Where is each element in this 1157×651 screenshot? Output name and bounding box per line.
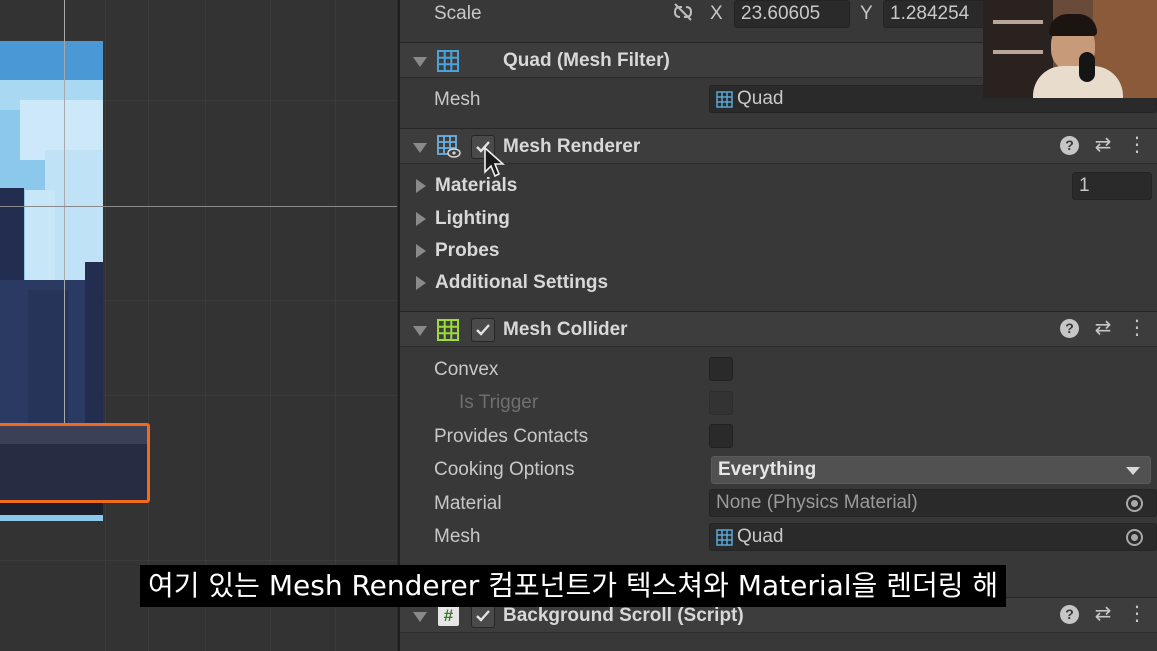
mesh-filter-icon: [437, 50, 459, 72]
is-trigger-checkbox: [709, 391, 733, 415]
mesh-collider-enabled-checkbox[interactable]: [471, 318, 495, 342]
mesh-collider-mesh-value: Quad: [737, 526, 784, 547]
material-label: Material: [434, 493, 502, 514]
cloud: [25, 190, 55, 280]
grid-line: [205, 0, 206, 651]
mesh-filter-title: Quad (Mesh Filter): [503, 50, 670, 71]
check-icon: [476, 324, 490, 336]
scale-y-label: Y: [860, 3, 873, 24]
material-field[interactable]: None (Physics Material): [709, 489, 1157, 517]
is-trigger-label: Is Trigger: [459, 392, 539, 413]
presets-icon[interactable]: ⇄: [1093, 318, 1113, 338]
cooking-options-label: Cooking Options: [434, 459, 575, 480]
scale-y-input[interactable]: 1.284254: [883, 0, 999, 28]
additional-settings-label: Additional Settings: [435, 272, 609, 293]
mouse-cursor-icon: [484, 146, 505, 178]
mesh-collider-header[interactable]: Mesh Collider ? ⇄ ⋮: [400, 311, 1157, 347]
cooking-options-value: Everything: [718, 459, 817, 480]
mesh-filter-mesh-value: Quad: [737, 88, 784, 109]
mesh-collider-icon: [437, 319, 459, 341]
grid-line: [270, 0, 271, 651]
mesh-collider-mesh-label: Mesh: [434, 526, 481, 547]
foldout-arrow-icon[interactable]: [413, 326, 427, 336]
script-icon: #: [438, 605, 459, 626]
guide-line-horizontal: [0, 206, 397, 207]
materials-count-input[interactable]: 1: [1072, 172, 1152, 200]
mesh-renderer-header[interactable]: Mesh Renderer ? ⇄ ⋮: [400, 128, 1157, 164]
help-icon[interactable]: ?: [1060, 318, 1079, 338]
dropdown-arrow-icon: [1126, 467, 1140, 475]
presets-icon[interactable]: ⇄: [1093, 604, 1113, 624]
grid-line: [148, 0, 149, 651]
object-picker-icon[interactable]: [1126, 495, 1143, 512]
ground-bottom: [0, 501, 103, 515]
scale-x-label: X: [710, 3, 723, 24]
lighting-label: Lighting: [435, 208, 510, 229]
building: [85, 262, 103, 432]
webcam-shelf-board: [993, 50, 1043, 54]
provides-contacts-checkbox[interactable]: [709, 424, 733, 448]
webcam-person-hair: [1049, 14, 1097, 36]
help-icon[interactable]: ?: [1060, 135, 1079, 155]
probes-label: Probes: [435, 240, 500, 261]
kebab-menu-icon[interactable]: ⋮: [1127, 318, 1147, 338]
selected-object-outline[interactable]: [0, 423, 150, 503]
webcam-shelf-board: [993, 20, 1043, 24]
help-icon[interactable]: ?: [1060, 604, 1079, 624]
foldout-arrow-icon[interactable]: [416, 212, 426, 226]
scale-x-input[interactable]: 23.60605: [734, 0, 850, 28]
object-picker-icon[interactable]: [1126, 529, 1143, 546]
materials-label: Materials: [435, 175, 518, 196]
foldout-arrow-icon[interactable]: [413, 143, 427, 153]
foldout-arrow-icon[interactable]: [413, 57, 427, 67]
unlink-icon[interactable]: [672, 2, 694, 22]
cooking-options-dropdown[interactable]: Everything: [711, 456, 1151, 484]
scale-label: Scale: [434, 3, 482, 24]
provides-contacts-label: Provides Contacts: [434, 426, 589, 447]
building: [28, 290, 68, 430]
component-header-icons: ? ⇄ ⋮: [1060, 604, 1147, 624]
grid-line: [335, 0, 336, 651]
kebab-menu-icon[interactable]: ⋮: [1127, 135, 1147, 155]
video-subtitle: 여기 있는 Mesh Renderer 컴포넌트가 텍스쳐와 Material을…: [140, 565, 1007, 607]
component-header-icons: ? ⇄ ⋮: [1060, 318, 1147, 338]
scene-view[interactable]: [0, 0, 397, 651]
mesh-filter-mesh-label: Mesh: [434, 89, 481, 110]
background-scroll-enabled-checkbox[interactable]: [471, 604, 495, 628]
webcam-person-body: [1033, 66, 1123, 98]
webcam-overlay: [983, 0, 1157, 98]
mesh-asset-icon: [716, 90, 733, 108]
mesh-renderer-title: Mesh Renderer: [503, 136, 641, 157]
mesh-collider-mesh-field[interactable]: Quad: [709, 523, 1157, 551]
guide-line-vertical: [64, 0, 65, 495]
kebab-menu-icon[interactable]: ⋮: [1127, 604, 1147, 624]
mesh-asset-icon: [716, 528, 733, 546]
grid-line: [105, 0, 106, 651]
convex-checkbox[interactable]: [709, 357, 733, 381]
foldout-arrow-icon[interactable]: [416, 244, 426, 258]
presets-icon[interactable]: ⇄: [1093, 135, 1113, 155]
convex-label: Convex: [434, 359, 499, 380]
background-scroll-title: Background Scroll (Script): [503, 605, 744, 626]
component-header-icons: ? ⇄ ⋮: [1060, 135, 1147, 155]
foldout-arrow-icon[interactable]: [416, 276, 426, 290]
webcam-microphone: [1079, 52, 1095, 82]
foldout-arrow-icon[interactable]: [413, 612, 427, 622]
check-icon: [476, 610, 490, 622]
mesh-collider-title: Mesh Collider: [503, 319, 628, 340]
mesh-renderer-icon: [437, 135, 461, 158]
foldout-arrow-icon[interactable]: [416, 179, 426, 193]
grid-line: [0, 560, 397, 561]
